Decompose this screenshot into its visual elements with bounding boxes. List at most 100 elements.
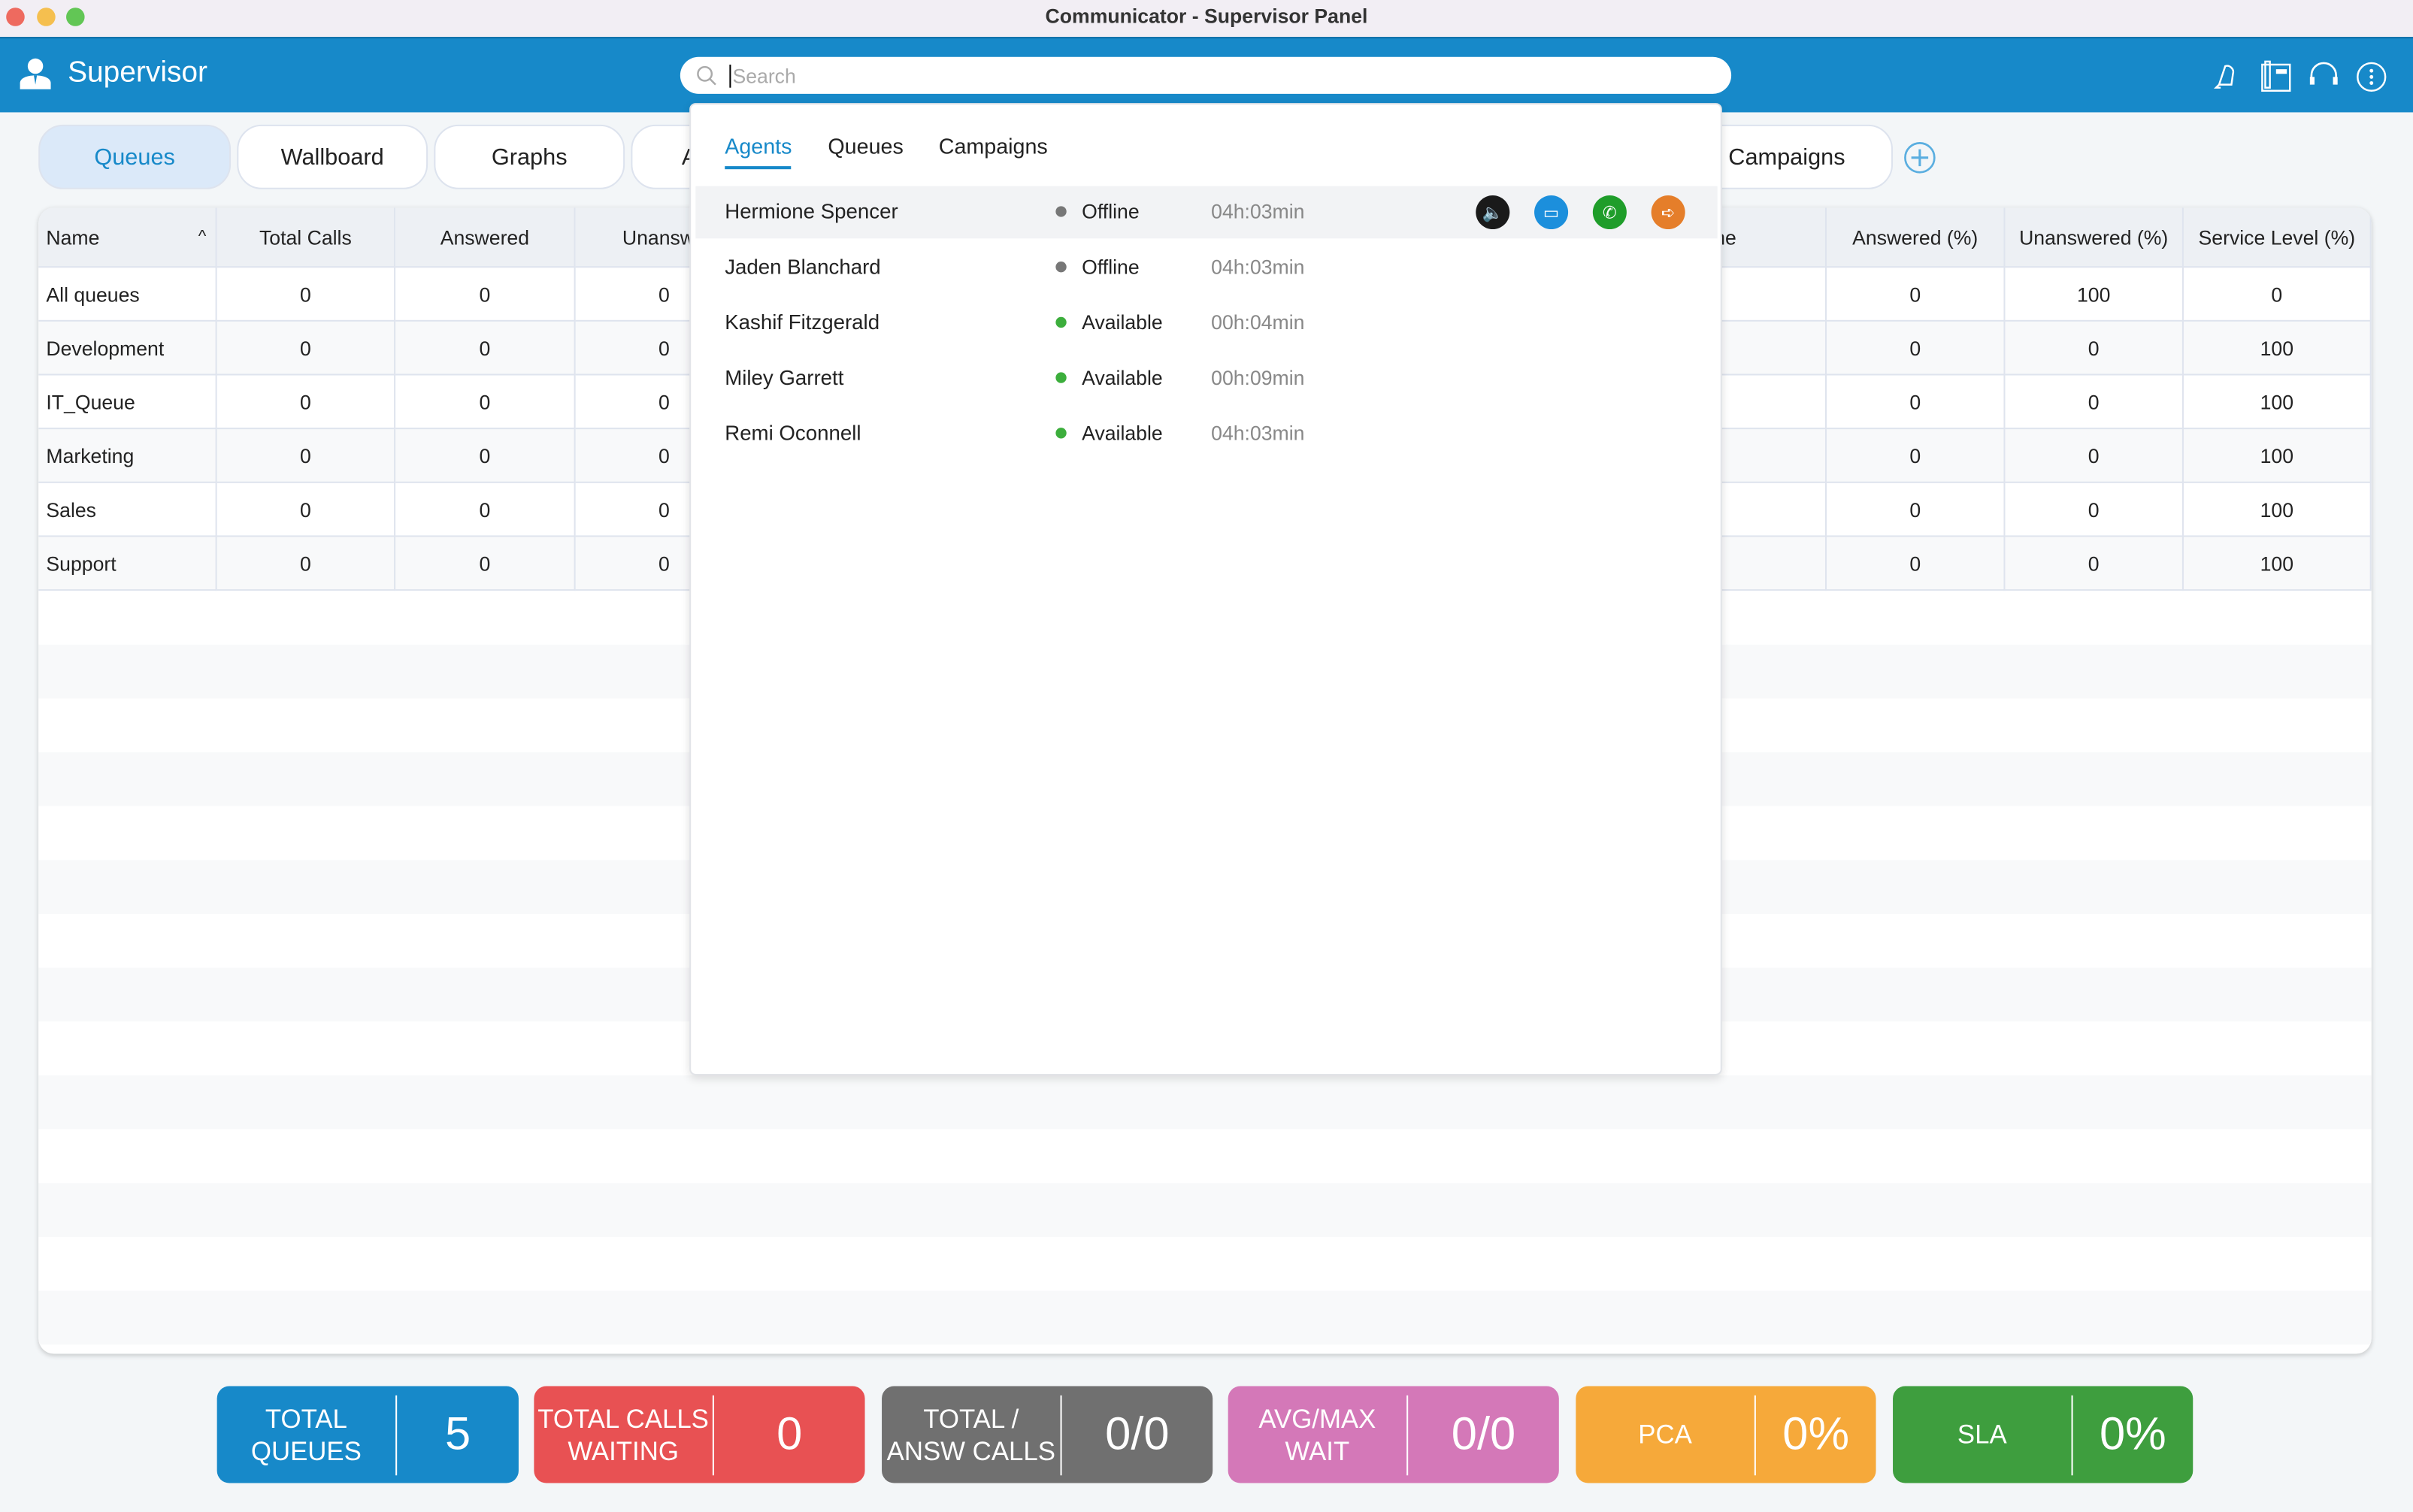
zoom-window-button[interactable] <box>66 8 85 26</box>
agent-status-duration: 04h:03min <box>1211 255 1305 279</box>
agent-status-duration: 00h:04min <box>1211 310 1305 334</box>
queue-name-cell: Sales <box>38 482 217 537</box>
agent-status: Offline <box>1082 255 1140 279</box>
agent-row[interactable]: Miley Garrett Available 00h:09min <box>695 352 1717 405</box>
window-titlebar: Communicator - Supervisor Panel <box>0 0 2413 38</box>
table-cell: 100 <box>2183 537 2372 591</box>
agent-name: Remi Oconnell <box>725 421 861 445</box>
supervisor-icon <box>20 58 51 89</box>
agent-row[interactable]: Kashif Fitzgerald Available 00h:04min <box>695 297 1717 349</box>
table-cell: 0 <box>395 482 576 537</box>
summary-card: TOTAL QUEUES 5 <box>216 1386 519 1483</box>
summary-label: SLA <box>1893 1394 2073 1475</box>
dropdown-tab-agents[interactable]: Agents <box>725 134 792 159</box>
bell-icon[interactable] <box>2210 60 2244 94</box>
summary-value: 0% <box>1782 1408 1850 1459</box>
transfer-icon[interactable]: ➪ <box>1651 195 1685 230</box>
summary-label: TOTAL CALLS WAITING <box>534 1394 714 1475</box>
agent-name: Kashif Fitzgerald <box>725 310 880 334</box>
table-cell: 0 <box>2005 429 2184 483</box>
column-header-label: Answered <box>440 225 530 249</box>
active-tab-underline <box>725 166 792 170</box>
table-cell: 0 <box>395 429 576 483</box>
agent-status: Offline <box>1082 200 1140 223</box>
app-header: Supervisor <box>0 37 2413 113</box>
status-dot-icon <box>1055 372 1067 383</box>
table-row-bg <box>38 1290 2372 1345</box>
summary-card: PCA 0% <box>1576 1386 1876 1483</box>
tab-label: Graphs <box>491 144 568 171</box>
column-header-label: Name <box>46 225 100 249</box>
headset-icon[interactable] <box>2307 60 2341 94</box>
summary-card: TOTAL CALLS WAITING 0 <box>534 1386 865 1483</box>
table-cell: 0 <box>395 321 576 376</box>
agent-status-duration: 04h:03min <box>1211 200 1305 223</box>
add-tab-icon[interactable] <box>1903 141 1936 174</box>
agent-status-duration: 00h:09min <box>1211 366 1305 389</box>
summary-card: SLA 0% <box>1893 1386 2193 1483</box>
queue-name-cell: Support <box>38 537 217 591</box>
status-dot-icon <box>1055 316 1067 328</box>
agent-row[interactable]: Jaden Blanchard Offline 04h:03min <box>695 241 1717 294</box>
summary-card: TOTAL / ANSW CALLS 0/0 <box>882 1386 1213 1483</box>
table-cell: 100 <box>2183 429 2372 483</box>
column-header[interactable]: Name ^ <box>38 207 217 268</box>
table-cell: 0 <box>2183 268 2372 322</box>
search-box[interactable] <box>680 56 1732 94</box>
agent-row[interactable]: Hermione Spencer Offline 04h:03min 🔈 ▭ ✆ ➪ <box>695 186 1718 239</box>
agent-name: Jaden Blanchard <box>725 255 881 279</box>
summary-card: AVG/MAX WAIT 0/0 <box>1228 1386 1559 1483</box>
more-vertical-icon[interactable] <box>2354 60 2388 94</box>
agent-status: Available <box>1082 310 1163 334</box>
table-row-bg <box>38 1129 2372 1184</box>
column-header[interactable]: Total Calls <box>216 207 396 268</box>
dropdown-tab-queues[interactable]: Queues <box>828 134 903 159</box>
table-row-bg <box>38 1236 2372 1291</box>
table-row-bg <box>38 1075 2372 1129</box>
table-cell: 0 <box>216 268 396 322</box>
column-header[interactable]: Answered <box>395 207 576 268</box>
table-cell: 0 <box>395 268 576 322</box>
column-header-label: Unanswered (%) <box>2019 225 2169 249</box>
minimize-window-button[interactable] <box>37 8 56 26</box>
table-cell: 0 <box>1827 537 2006 591</box>
table-cell: 0 <box>1827 268 2006 322</box>
close-window-button[interactable] <box>6 8 25 26</box>
tab-wallboard[interactable]: Wallboard <box>237 124 428 189</box>
app-title: Supervisor <box>68 56 208 89</box>
table-cell: 0 <box>395 375 576 430</box>
tab-label: Wallboard <box>280 144 384 171</box>
table-cell: 0 <box>216 321 396 376</box>
summary-value: 5 <box>444 1408 471 1459</box>
summary-value: 0% <box>2100 1408 2166 1459</box>
summary-label: AVG/MAX WAIT <box>1228 1394 1409 1475</box>
chat-icon[interactable]: ▭ <box>1534 195 1569 230</box>
search-dropdown: Agents Queues Campaigns Hermione Spencer… <box>689 103 1722 1075</box>
column-header-label: Service Level (%) <box>2198 225 2356 249</box>
tab-graphs[interactable]: Graphs <box>434 124 625 189</box>
agent-row[interactable]: Remi Oconnell Available 04h:03min <box>695 408 1717 461</box>
column-header[interactable]: Unanswered (%) <box>2005 207 2184 268</box>
table-cell: 0 <box>1827 429 2006 483</box>
agent-status-duration: 04h:03min <box>1211 421 1305 445</box>
column-header[interactable]: Answered (%) <box>1827 207 2006 268</box>
desk-phone-icon[interactable] <box>2259 60 2293 94</box>
tab-queues[interactable]: Queues <box>38 124 232 189</box>
table-cell: 0 <box>216 482 396 537</box>
agent-name: Hermione Spencer <box>725 200 898 223</box>
listen-icon[interactable]: 🔈 <box>1476 195 1510 230</box>
summary-label: TOTAL / ANSW CALLS <box>882 1394 1062 1475</box>
summary-label: PCA <box>1576 1394 1756 1475</box>
table-cell: 0 <box>2005 375 2184 430</box>
call-icon[interactable]: ✆ <box>1592 195 1627 230</box>
table-cell: 0 <box>2005 321 2184 376</box>
table-cell: 100 <box>2183 482 2372 537</box>
table-cell: 0 <box>216 429 396 483</box>
agent-name: Miley Garrett <box>725 366 844 389</box>
column-header[interactable]: Service Level (%) <box>2183 207 2372 268</box>
sort-ascending-icon[interactable]: ^ <box>198 228 207 246</box>
dropdown-tab-campaigns[interactable]: Campaigns <box>939 134 1048 159</box>
search-input[interactable] <box>729 63 1653 87</box>
column-header-label: Total Calls <box>259 225 352 249</box>
summary-label: TOTAL QUEUES <box>217 1394 398 1475</box>
